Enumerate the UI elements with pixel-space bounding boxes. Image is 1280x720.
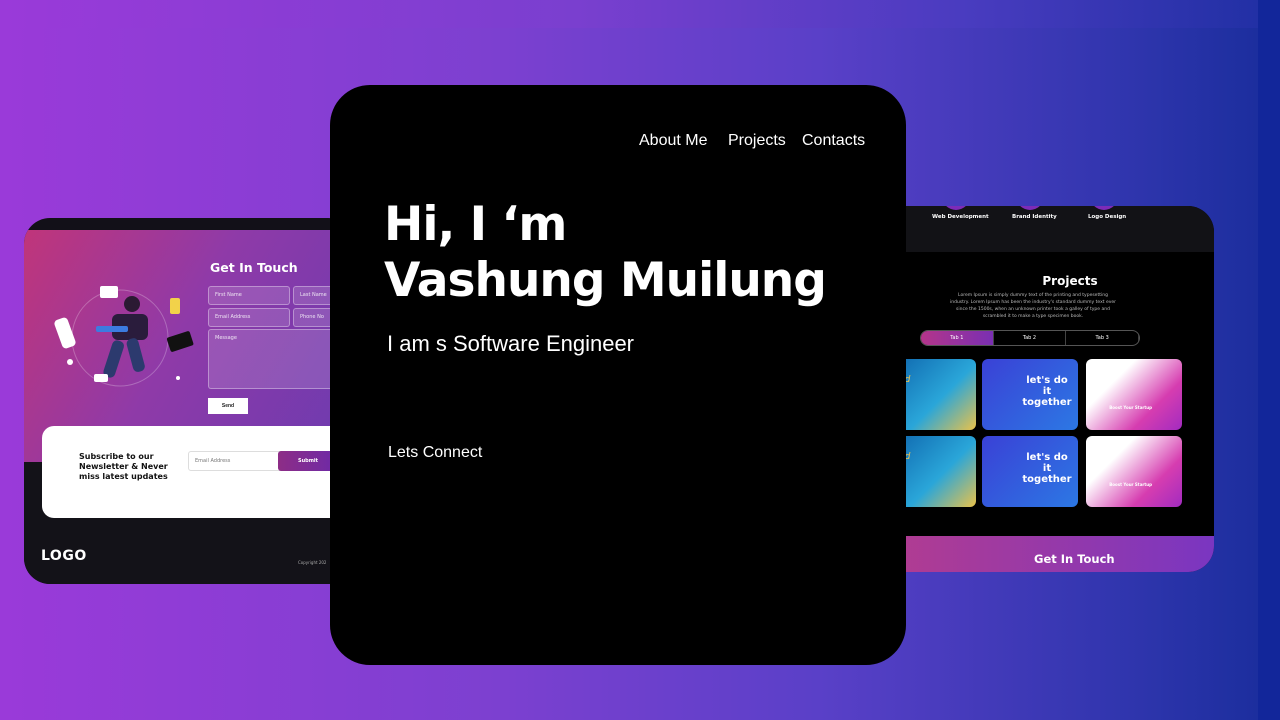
background-edge-strip — [1258, 0, 1280, 720]
project-thumbnail[interactable]: let's do it together — [982, 436, 1078, 507]
newsletter-text: Subscribe to our Newsletter & Never miss… — [79, 452, 168, 481]
tab-3[interactable]: Tab 3 — [1066, 331, 1139, 345]
contact-page-preview: Get In Touch First Name Last Name Email … — [24, 218, 354, 584]
service-logo-design: Logo Design — [1088, 214, 1127, 220]
services-strip: Web Development Brand Identity Logo Desi… — [880, 206, 1214, 252]
service-icon — [942, 206, 970, 210]
service-icon — [1016, 206, 1044, 210]
contact-footer-band: Get In Touch — [880, 536, 1214, 572]
thumbnail-caption: Boost Your Startup — [1109, 482, 1152, 487]
hero-name: Vashung Muilung — [384, 253, 827, 308]
thumbnail-caption: Boost Your Startup — [1109, 405, 1152, 410]
hero-role: I am s Software Engineer — [387, 331, 635, 356]
footer-contact-title: Get In Touch — [1034, 552, 1115, 566]
send-button[interactable]: Send — [208, 398, 248, 414]
nav-about-me[interactable]: About Me — [639, 132, 707, 150]
copyright-text: Copyright 202 — [298, 560, 327, 565]
footer-logo: LOGO — [41, 548, 87, 564]
newsletter-submit-button[interactable]: Submit — [278, 451, 338, 471]
project-tabs: Tab 1 Tab 2 Tab 3 — [920, 330, 1140, 346]
first-name-field[interactable]: First Name — [208, 286, 290, 305]
tab-1[interactable]: Tab 1 — [921, 331, 994, 345]
lets-connect-button[interactable]: Lets Connect — [388, 444, 482, 462]
portfolio-hero-card: About Me Projects Contacts Hi, I ‘m Vash… — [330, 85, 906, 665]
service-icon — [1090, 206, 1118, 210]
thumbnail-caption: let's do it together — [1022, 452, 1072, 485]
project-thumbnail[interactable]: let's do it together — [982, 359, 1078, 430]
developer-illustration — [54, 286, 194, 387]
project-thumbnail[interactable]: Boost Your Startup — [1086, 359, 1182, 430]
service-web-development: Web Development — [932, 214, 989, 220]
projects-title: Projects — [1042, 274, 1098, 288]
newsletter-card: Subscribe to our Newsletter & Never miss… — [42, 426, 354, 518]
service-brand-identity: Brand Identity — [1012, 214, 1057, 220]
project-thumbnail[interactable]: Boost Your Startup — [1086, 436, 1182, 507]
email-field[interactable]: Email Address — [208, 308, 290, 327]
projects-page-preview: Web Development Brand Identity Logo Desi… — [880, 206, 1214, 572]
newsletter-email-input[interactable]: Email Address — [188, 451, 284, 471]
tab-2[interactable]: Tab 2 — [994, 331, 1067, 345]
thumbnail-caption: let's do it together — [1022, 375, 1072, 408]
nav-contacts[interactable]: Contacts — [802, 132, 865, 150]
nav-projects[interactable]: Projects — [728, 132, 786, 150]
hero-heading: Hi, I ‘m Vashung Muilung — [384, 197, 827, 309]
projects-description: Lorem Ipsum is simply dummy text of the … — [949, 293, 1116, 319]
contact-form-title: Get In Touch — [210, 260, 298, 275]
hero-greeting: Hi, I ‘m — [384, 197, 567, 252]
